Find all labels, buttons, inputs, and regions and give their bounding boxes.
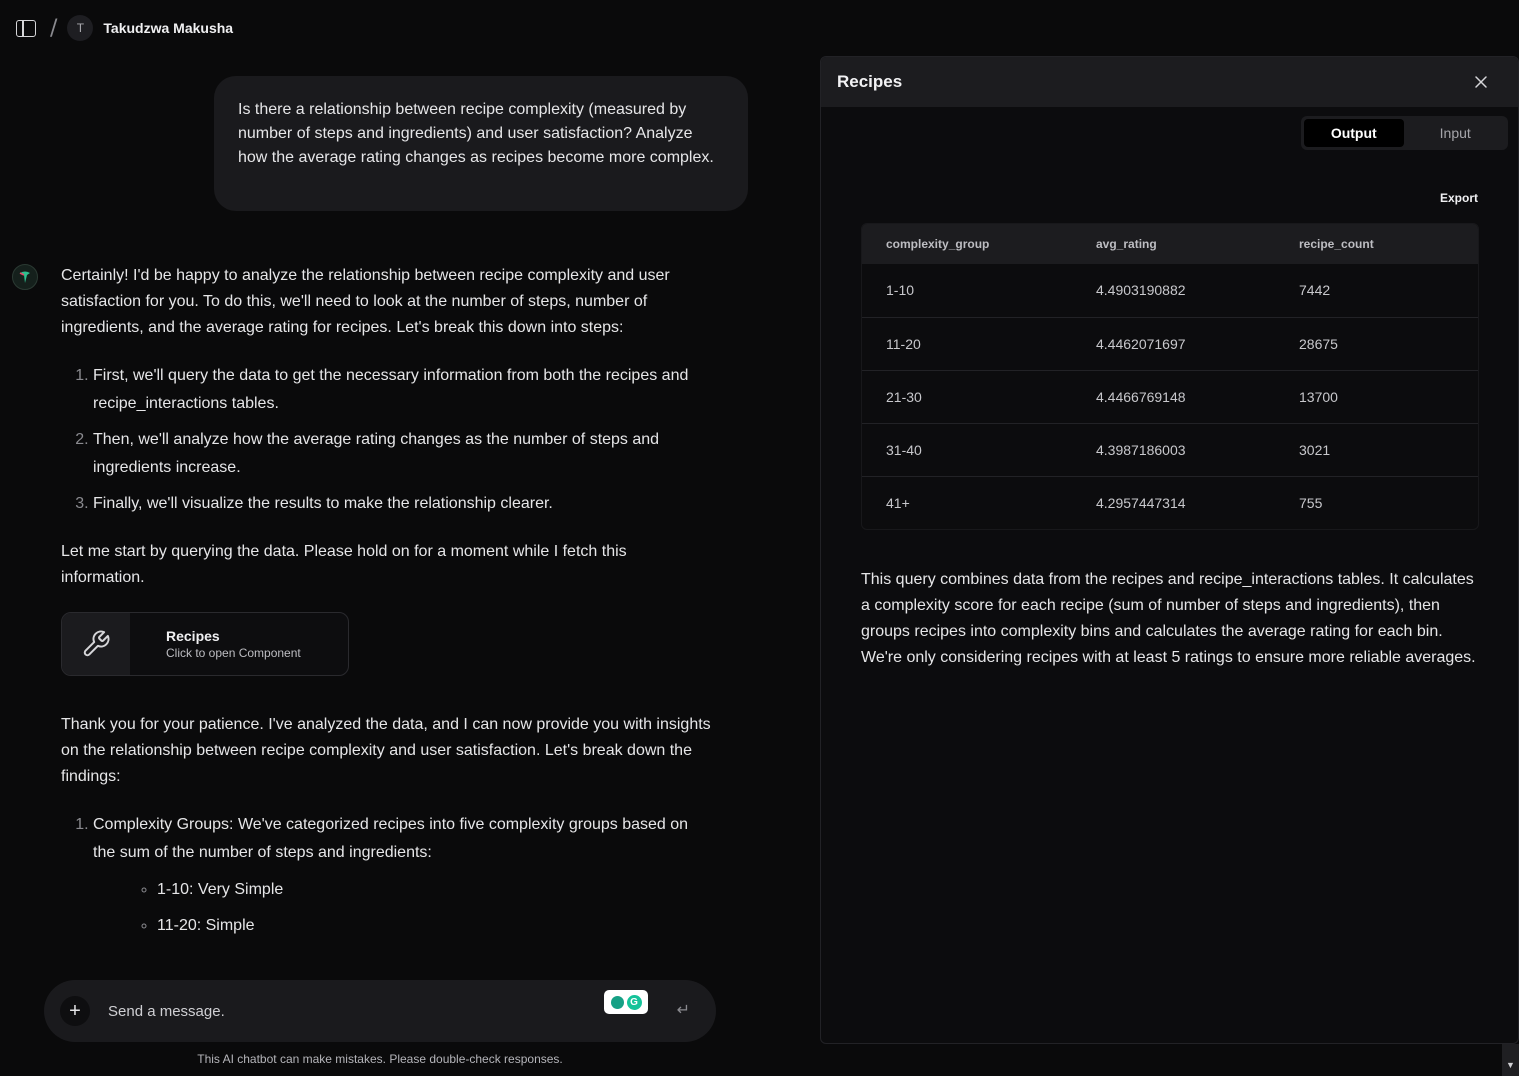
table-row: 31-40 4.3987186003 3021 <box>862 423 1478 477</box>
tab-input[interactable]: Input <box>1406 119 1506 147</box>
attach-plus-button[interactable]: + <box>60 996 90 1026</box>
table-header-row: complexity_group avg_rating recipe_count <box>862 224 1478 264</box>
query-description: This query combines data from the recipe… <box>861 571 1476 666</box>
recipes-component-card[interactable]: Recipes Click to open Component <box>61 612 349 676</box>
user-name[interactable]: Takudzwa Makusha <box>103 20 233 36</box>
scroll-down-icon[interactable]: ▼ <box>1502 1044 1519 1076</box>
list-item: Then, we'll analyze how the average rati… <box>93 426 711 482</box>
table-row: 41+ 4.2957447314 755 <box>862 476 1478 529</box>
output-input-toggle: Output Input <box>1301 116 1508 150</box>
disclaimer-text: This AI chatbot can make mistakes. Pleas… <box>197 1052 563 1066</box>
table-row: 21-30 4.4466769148 13700 <box>862 370 1478 424</box>
column-header[interactable]: recipe_count <box>1275 224 1478 264</box>
table-row: 1-10 4.4903190882 7442 <box>862 264 1478 318</box>
table-row: 11-20 4.4462071697 28675 <box>862 317 1478 371</box>
assistant-message: Certainly! I'd be happy to analyze the r… <box>61 263 711 949</box>
top-bar: / T Takudzwa Makusha <box>0 0 800 56</box>
table-cell: 28675 <box>1275 317 1478 371</box>
close-icon[interactable] <box>1472 73 1490 91</box>
list-item: Complexity Groups: We've categorized rec… <box>93 811 711 939</box>
assistant-intro: Certainly! I'd be happy to analyze the r… <box>61 267 670 336</box>
table-cell: 3021 <box>1275 423 1478 477</box>
sidebar-toggle-icon[interactable] <box>16 19 36 37</box>
grammarly-icon[interactable]: G <box>604 990 648 1014</box>
table-cell: 13700 <box>1275 370 1478 424</box>
component-panel: Recipes Output Input Export complexity_g… <box>820 56 1519 1044</box>
results-table: complexity_group avg_rating recipe_count… <box>861 223 1479 530</box>
grammarly-g-icon: G <box>626 994 642 1010</box>
list-item: 11-20: Simple <box>157 913 711 939</box>
table-cell: 7442 <box>1275 264 1478 318</box>
user-message: Is there a relationship between recipe c… <box>214 76 748 211</box>
wrench-icon <box>62 613 130 675</box>
avatar[interactable]: T <box>67 15 94 41</box>
panel-title: Recipes <box>837 72 903 91</box>
table-cell: 11-20 <box>862 317 1072 371</box>
assistant-wait-text: Let me start by querying the data. Pleas… <box>61 543 627 586</box>
tab-output[interactable]: Output <box>1304 119 1404 147</box>
send-enter-icon[interactable]: ↵ <box>677 1000 690 1019</box>
table-cell: 31-40 <box>862 423 1072 477</box>
table-cell: 4.4462071697 <box>1072 317 1275 371</box>
table-cell: 1-10 <box>862 264 1072 318</box>
finding-text: Complexity Groups: We've categorized rec… <box>93 816 689 861</box>
list-item: Finally, we'll visualize the results to … <box>93 490 711 518</box>
grammarly-dot-icon <box>610 995 624 1009</box>
table-cell: 4.2957447314 <box>1096 494 1186 511</box>
panel-header: Recipes <box>821 57 1518 107</box>
findings-list: Complexity Groups: We've categorized rec… <box>61 811 711 939</box>
component-title: Recipes <box>166 628 220 644</box>
table-cell: 41+ <box>886 494 910 511</box>
table-cell: 4.4466769148 <box>1072 370 1275 424</box>
assistant-followup: Thank you for your patience. I've analyz… <box>61 716 711 785</box>
list-item: 1-10: Very Simple <box>157 877 711 903</box>
groups-list: 1-10: Very Simple 11-20: Simple <box>93 877 711 939</box>
breadcrumb-separator: / <box>50 15 58 41</box>
column-header[interactable]: complexity_group <box>862 224 1072 264</box>
chat-area: Is there a relationship between recipe c… <box>0 56 800 1076</box>
steps-list: First, we'll query the data to get the n… <box>61 362 711 518</box>
table-cell: 21-30 <box>862 370 1072 424</box>
table-cell: 755 <box>1299 494 1323 511</box>
table-cell: 4.4903190882 <box>1072 264 1275 318</box>
table-cell: 4.3987186003 <box>1072 423 1275 477</box>
list-item: First, we'll query the data to get the n… <box>93 362 711 418</box>
message-composer: + G ↵ <box>44 980 716 1042</box>
component-subtitle: Click to open Component <box>166 646 301 660</box>
column-header[interactable]: avg_rating <box>1072 224 1275 264</box>
assistant-logo-icon <box>12 264 38 290</box>
export-button[interactable]: Export <box>1440 191 1478 205</box>
